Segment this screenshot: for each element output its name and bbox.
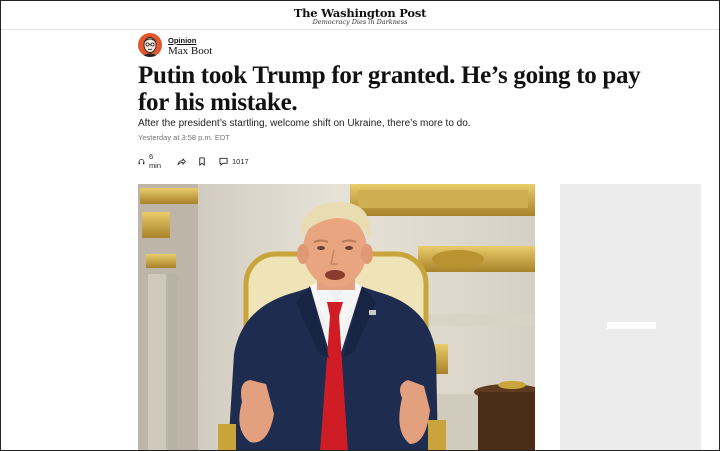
bookmark-button[interactable]: [198, 154, 206, 168]
section-label[interactable]: Opinion: [168, 36, 196, 45]
advertisement-slot[interactable]: [560, 184, 701, 450]
share-button[interactable]: [177, 154, 186, 168]
headphones-icon: [138, 158, 145, 164]
site-tagline: Democracy Dies in Darkness: [312, 18, 408, 26]
comments-button[interactable]: 1017: [219, 154, 249, 168]
comments-count: 1017: [232, 156, 249, 166]
share-icon: [177, 157, 186, 165]
author-name[interactable]: Max Boot: [168, 45, 212, 57]
browser-frame: The Washington Post Democracy Dies in Da…: [0, 0, 720, 451]
comment-icon: [219, 157, 228, 166]
bookmark-icon: [199, 156, 205, 166]
listen-duration: 6 min: [148, 152, 162, 170]
article-lead-photo[interactable]: [138, 184, 535, 450]
masthead: The Washington Post Democracy Dies in Da…: [1, 1, 719, 30]
author-avatar[interactable]: [138, 33, 162, 57]
listen-button[interactable]: 6 min: [138, 152, 163, 170]
advertisement-label: [607, 322, 656, 329]
article-timestamp: Yesterday at 3:58 p.m. EDT: [138, 133, 230, 142]
article-subheadline: After the president’s startling, welcome…: [138, 118, 471, 129]
article-headline: Putin took Trump for granted. He’s going…: [138, 62, 641, 116]
